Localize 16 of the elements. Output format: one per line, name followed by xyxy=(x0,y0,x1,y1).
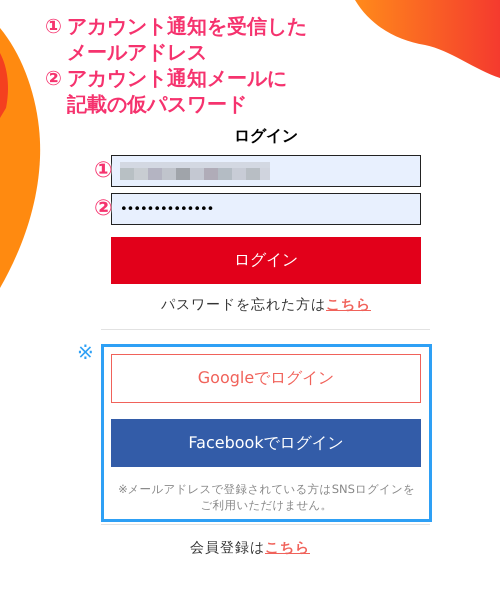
note-mark: ※ xyxy=(77,340,94,364)
forgot-password-text: パスワードを忘れた方は xyxy=(161,297,326,313)
forgot-password-link[interactable]: こちら xyxy=(326,297,371,313)
form-title: ログイン xyxy=(233,125,299,147)
number-marker: ② xyxy=(45,65,63,92)
google-login-button[interactable]: Googleでログイン xyxy=(111,354,421,403)
email-field[interactable] xyxy=(111,155,421,187)
facebook-login-button[interactable]: Facebookでログイン xyxy=(111,419,421,467)
register-link[interactable]: こちら xyxy=(265,540,310,556)
annotation-text: アカウント通知を受信した メールアドレス xyxy=(67,13,307,65)
sns-note: ※メールアドレスで登録されている方はSNSログインをご利用いただけません。 xyxy=(117,481,416,513)
number-marker: ① xyxy=(45,13,63,40)
register-text: 会員登録は xyxy=(190,540,265,556)
annotation-text: アカウント通知メールに 記載の仮パスワード xyxy=(67,65,287,117)
password-field[interactable]: •••••••••••••• xyxy=(111,193,421,225)
login-button[interactable]: ログイン xyxy=(111,237,421,284)
